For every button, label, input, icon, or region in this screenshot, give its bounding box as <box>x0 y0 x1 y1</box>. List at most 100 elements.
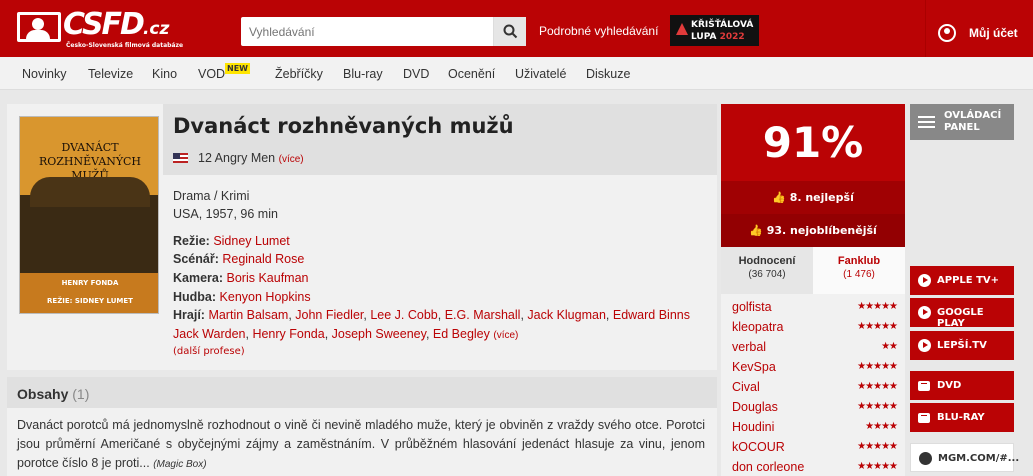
thumbs-up-icon: 👍 <box>749 224 763 237</box>
tab-fanclub-label: Fanklub <box>837 255 881 267</box>
search-input[interactable] <box>241 17 493 46</box>
film-origin: USA, 1957, 96 min <box>173 207 278 221</box>
control-panel-button[interactable]: OVLÁDACÍ PANEL <box>910 104 1014 140</box>
tab-ratings-label: Hodnocení <box>738 255 796 267</box>
poster-star: HENRY FONDA <box>61 279 119 287</box>
vod-link-lepsi[interactable]: LEPŠÍ.TV <box>910 331 1014 360</box>
user-rating-row: kleopatra ★★★★★ <box>732 320 898 340</box>
shop-link-bluray[interactable]: BLU-RAY <box>910 403 1014 432</box>
rating-panel: 91% 👍 8. nejlepší 👍 93. nejoblíbenější H… <box>721 104 905 476</box>
new-badge: NEW <box>225 63 250 74</box>
cast-link[interactable]: Martin Balsam <box>208 308 288 322</box>
camera-row: Kamera: Boris Kaufman <box>173 271 309 285</box>
writer-label: Scénář: <box>173 252 219 266</box>
account-menu[interactable]: Můj účet <box>925 0 1033 57</box>
partner-link[interactable]: MGM.COM/#... <box>910 443 1019 472</box>
user-name-link[interactable]: kOCOUR <box>732 440 785 454</box>
vod-link-apple[interactable]: APPLE TV+ <box>910 266 1014 295</box>
search-icon <box>503 24 518 39</box>
cast-link[interactable]: Edward Binns <box>613 308 690 322</box>
writer-row: Scénář: Reginald Rose <box>173 252 304 266</box>
nav-item-uzivatele[interactable]: Uživatelé <box>515 67 566 81</box>
vod-link-label: GOOGLE PLAY <box>937 307 984 329</box>
original-title-text: 12 Angry Men <box>198 151 276 165</box>
award-banner[interactable]: KŘIŠŤÁLOVÁ LUPA 2022 <box>670 15 759 46</box>
camera-label: Kamera: <box>173 271 224 285</box>
search-button[interactable] <box>493 17 526 46</box>
cast-link[interactable]: Jack Warden <box>173 327 245 341</box>
rating-tabs: Hodnocení (36 704) Fanklub (1 476) <box>721 247 905 294</box>
tab-ratings-count: (36 704) <box>748 269 786 280</box>
nav-item-oceneni[interactable]: Ocenění <box>448 67 495 81</box>
user-rating-row: don corleone ★★★★★ <box>732 460 898 476</box>
logo-word: CSFD <box>63 7 145 42</box>
user-name-link[interactable]: KevSpa <box>732 360 776 374</box>
us-flag-icon <box>173 153 188 163</box>
director-link[interactable]: Sidney Lumet <box>213 234 289 248</box>
favorite-rank-text: 93. nejoblíbenější <box>766 224 877 237</box>
shop-link-dvd[interactable]: DVD <box>910 371 1014 400</box>
vod-link-google[interactable]: GOOGLE PLAY <box>910 298 1014 329</box>
user-name-link[interactable]: kleopatra <box>732 320 783 334</box>
cast-link[interactable]: John Fiedler <box>295 308 363 322</box>
vod-link-label: APPLE TV+ <box>937 275 1000 286</box>
best-rank-link[interactable]: 👍 8. nejlepší <box>721 181 905 214</box>
advanced-search-link[interactable]: Podrobné vyhledávání <box>539 24 658 38</box>
star-rating-icon: ★★ <box>881 341 898 352</box>
cast-link[interactable]: Jack Klugman <box>527 308 606 322</box>
control-panel-label: OVLÁDACÍ PANEL <box>944 110 1002 133</box>
cast-link[interactable]: Lee J. Cobb <box>370 308 437 322</box>
cast-row-2: Jack Warden, Henry Fonda, Joseph Sweeney… <box>173 327 519 341</box>
site-logo[interactable]: CSFD.cz Česko-Slovenská filmová databáze <box>15 7 185 53</box>
user-name-link[interactable]: Houdini <box>732 420 774 434</box>
poster-title-line2: ROZHNĚVANÝCH <box>38 155 142 168</box>
nav-item-novinky[interactable]: Novinky <box>22 67 66 81</box>
music-link[interactable]: Kenyon Hopkins <box>220 290 311 304</box>
user-name-link[interactable]: golfista <box>732 300 772 314</box>
star-rating-icon: ★★★★★ <box>857 441 898 452</box>
user-name-link[interactable]: verbal <box>732 340 766 354</box>
user-rating-row: Cival ★★★★★ <box>732 380 898 400</box>
cast-link[interactable]: Ed Begley <box>433 327 490 341</box>
thumbs-up-icon: 👍 <box>772 191 786 204</box>
user-name-link[interactable]: Cival <box>732 380 760 394</box>
cast-link[interactable]: Joseph Sweeney <box>332 327 426 341</box>
plot-count: (1) <box>72 386 90 402</box>
globe-icon <box>919 452 932 465</box>
nav-item-zebricky[interactable]: Žebříčky <box>275 67 323 81</box>
more-professions-link[interactable]: (další profese) <box>173 346 245 357</box>
user-rating-row: Houdini ★★★★ <box>732 420 898 440</box>
nav-item-vod[interactable]: VOD <box>198 67 225 81</box>
camera-link[interactable]: Boris Kaufman <box>227 271 309 285</box>
film-poster[interactable]: DVANÁCT ROZHNĚVANÝCH MUŽŮ HENRY FONDA RE… <box>19 116 159 314</box>
user-icon <box>938 24 956 42</box>
writer-link[interactable]: Reginald Rose <box>222 252 304 266</box>
nav-item-bluray[interactable]: Blu-ray <box>343 67 383 81</box>
original-more-link[interactable]: (více) <box>279 154 304 165</box>
user-rating-row: Douglas ★★★★★ <box>732 400 898 420</box>
logo-icon <box>17 12 61 42</box>
cast-link[interactable]: Henry Fonda <box>252 327 324 341</box>
vod-link-label: LEPŠÍ.TV <box>937 340 987 351</box>
film-panel: DVANÁCT ROZHNĚVANÝCH MUŽŮ HENRY FONDA RE… <box>7 104 717 370</box>
menu-icon <box>918 116 935 118</box>
nav-item-televize[interactable]: Televize <box>88 67 133 81</box>
user-name-link[interactable]: Douglas <box>732 400 778 414</box>
favorite-rank-link[interactable]: 👍 93. nejoblíbenější <box>721 214 905 247</box>
top-bar: CSFD.cz Česko-Slovenská filmová databáze… <box>0 0 1033 57</box>
plot-source[interactable]: (Magic Box) <box>153 459 206 470</box>
director-label: Režie: <box>173 234 210 248</box>
logo-tld: .cz <box>142 19 170 39</box>
plot-text: Dvanáct porotců má jednomyslně rozhodnou… <box>17 418 705 470</box>
nav-item-kino[interactable]: Kino <box>152 67 177 81</box>
rating-score: 91% <box>721 104 905 181</box>
cast-more-link[interactable]: (více) <box>493 330 518 341</box>
user-name-link[interactable]: don corleone <box>732 460 804 474</box>
cast-row-1: Hrají: Martin Balsam, John Fiedler, Lee … <box>173 308 690 322</box>
nav-item-dvd[interactable]: DVD <box>403 67 429 81</box>
tab-fanclub[interactable]: Fanklub (1 476) <box>813 247 905 294</box>
cart-icon <box>918 381 930 391</box>
cast-link[interactable]: E.G. Marshall <box>445 308 521 322</box>
nav-item-diskuze[interactable]: Diskuze <box>586 67 630 81</box>
tab-ratings[interactable]: Hodnocení (36 704) <box>721 247 813 294</box>
